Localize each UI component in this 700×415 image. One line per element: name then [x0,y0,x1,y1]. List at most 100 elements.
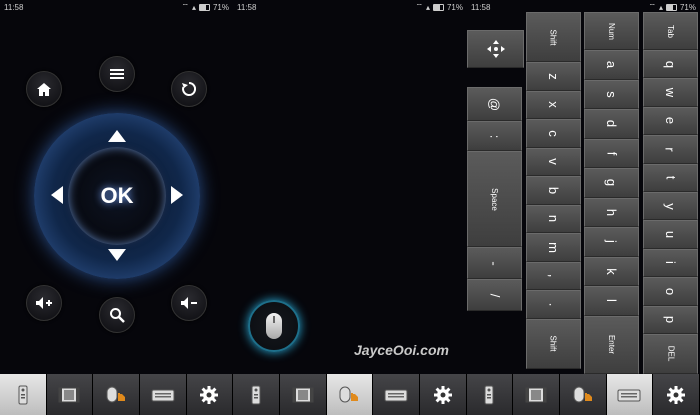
volume-up-icon [36,297,52,309]
battery-level: 71% [446,2,463,12]
taskbar-button-mouse-touch[interactable] [93,374,140,415]
watermark: JayceOoi.com [354,342,449,358]
taskbar-button-remote[interactable] [0,374,47,415]
key-2[interactable]: d [584,109,639,139]
signal-icon: ▴ [658,2,663,12]
mouse-touch-icon [339,386,359,402]
key-8[interactable]: o [643,277,698,306]
key-7-label: i [662,261,678,265]
key-7[interactable]: , [526,261,581,290]
ok-button[interactable]: OK [68,147,166,245]
menu-icon [110,69,124,79]
key-9[interactable]: p [643,305,698,334]
taskbar-button-remote[interactable] [466,374,514,415]
taskbar-button-mouse-touch[interactable] [326,374,374,415]
taskbar-button-gear[interactable] [419,374,467,415]
search-button[interactable] [99,297,135,333]
key-3[interactable]: v [526,147,581,176]
key-8[interactable]: . [526,290,581,319]
volume-down-button[interactable] [171,285,207,321]
key-colon[interactable]: : [467,121,522,151]
key-5[interactable]: h [584,197,639,227]
key-5-label: n [545,215,561,223]
keyboard-column-c: Num a s d f g h j k l Enter [584,12,639,374]
remote-icon [251,385,261,404]
gear-icon [200,385,219,404]
key-7[interactable]: i [643,248,698,278]
key-3-label: v [546,158,561,166]
status-bar: 11:58 ⌔ ▴ 71% [0,0,233,14]
key-8-label: l [603,299,619,303]
key-shift[interactable]: Shift [526,318,581,369]
mouse-toggle-button[interactable] [248,300,300,352]
key-1-label: s [604,91,619,98]
home-button[interactable] [26,71,62,107]
key-dash[interactable]: - [467,247,522,279]
dpad-down-arrow[interactable] [108,249,126,261]
key-1-label: w [662,87,678,98]
wifi-icon: ⌔ [415,2,423,11]
signal-icon: ▴ [191,2,196,12]
taskbar-button-keyboard[interactable] [373,374,420,415]
key-8-label: o [662,287,678,295]
key-shift[interactable]: Shift [526,12,581,62]
key-5[interactable]: n [526,204,581,233]
key-slash[interactable]: / [467,279,522,311]
key-1[interactable]: s [584,79,639,109]
dpad-left-arrow[interactable] [51,186,63,204]
key-2[interactable]: c [526,119,581,148]
key-9-label: p [662,316,678,324]
key-5-label: y [663,202,678,210]
key-num[interactable]: Num [584,12,639,50]
key-4[interactable]: t [643,163,698,192]
key-0[interactable]: z [526,62,581,91]
key-space[interactable]: Space [467,151,522,247]
key-1[interactable]: w [643,78,698,107]
mouse-touch-icon [106,386,126,402]
key-2[interactable]: e [643,106,698,136]
taskbar-button-film[interactable] [513,374,560,415]
taskbar-button-remote[interactable] [233,374,280,415]
taskbar-button-keyboard[interactable] [606,374,654,415]
taskbar-button-gear[interactable] [653,374,700,415]
dpad-right-arrow[interactable] [171,186,183,204]
key-tab[interactable]: Tab [643,12,698,50]
key-6[interactable]: u [643,220,698,249]
taskbar [0,374,700,415]
volume-up-button[interactable] [26,285,62,321]
keyboard-column-a: @ : Space - / [467,87,522,311]
battery-icon [665,3,677,11]
key-4[interactable]: b [526,176,581,205]
key-2-label: c [546,130,561,137]
key-3[interactable]: r [643,135,698,164]
status-time: 11:58 [471,2,491,12]
remote-panel: 11:58 ⌔ ▴ 71% OK [0,0,233,374]
back-button[interactable] [171,71,207,107]
key-4-label: t [663,175,678,180]
key-1[interactable]: x [526,90,581,119]
key-5[interactable]: y [643,191,698,221]
key-0[interactable]: q [643,50,698,79]
key-0[interactable]: a [584,50,639,80]
key-enter[interactable]: Enter [584,315,639,374]
film-icon [525,387,547,402]
key-at[interactable]: @ [467,87,522,121]
taskbar-button-mouse-touch[interactable] [559,374,607,415]
key-enter-label: Enter [607,334,616,355]
taskbar-button-film[interactable] [279,374,327,415]
taskbar-button-film[interactable] [46,374,94,415]
key-8[interactable]: l [584,286,639,316]
key-4[interactable]: g [584,168,639,198]
menu-button[interactable] [99,56,135,92]
key-3-label: f [604,151,619,156]
key-7[interactable]: k [584,256,639,286]
key-6[interactable]: j [584,227,639,257]
key-6[interactable]: m [526,233,581,262]
key-del[interactable]: DEL [643,333,698,374]
taskbar-button-keyboard[interactable] [139,374,187,415]
remote-icon [484,385,494,404]
move-key[interactable] [467,30,524,68]
taskbar-button-gear[interactable] [186,374,234,415]
dpad-up-arrow[interactable] [108,130,126,142]
key-3[interactable]: f [584,138,639,168]
